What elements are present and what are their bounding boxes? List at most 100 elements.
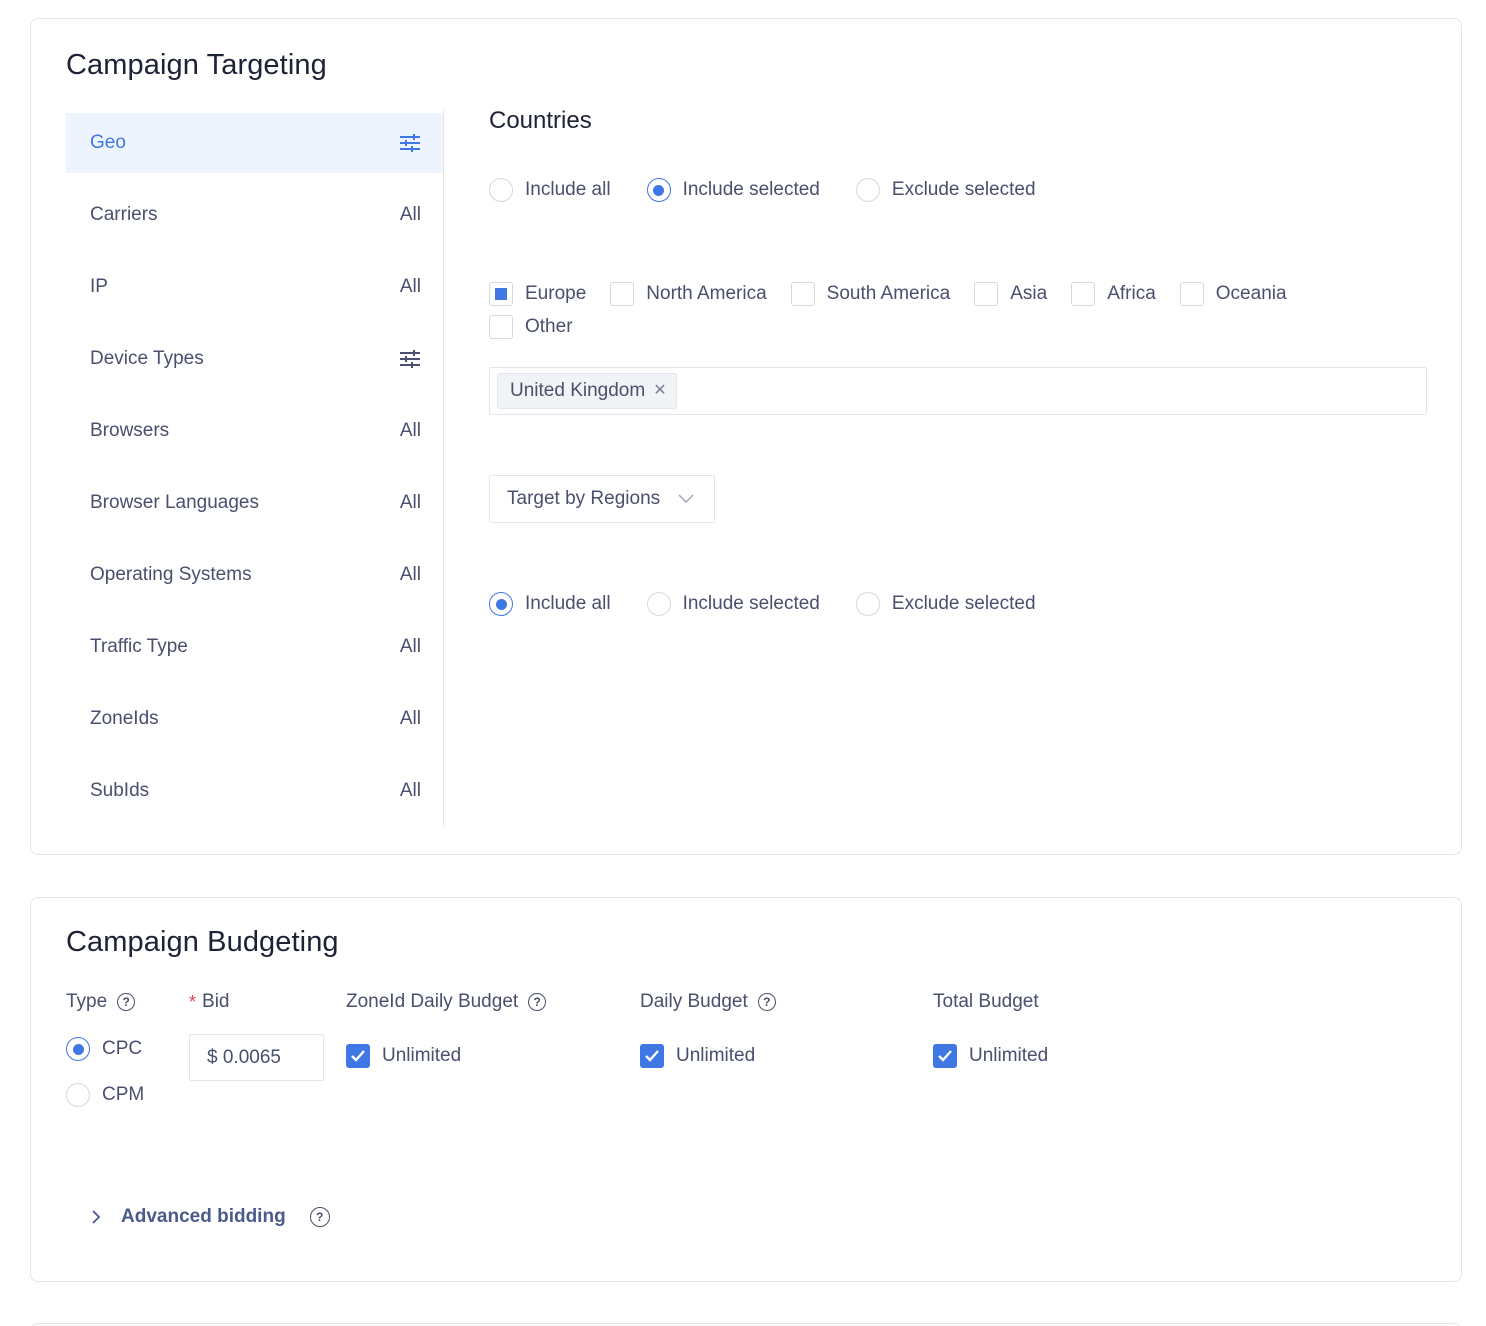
countries-mode-radio-group: Include all Include selected Exclude sel… <box>489 178 1072 202</box>
daily-budget-label-text: Daily Budget <box>640 991 748 1012</box>
radio-circle[interactable] <box>855 178 880 202</box>
sidebar-item-label: Traffic Type <box>90 636 188 657</box>
targeting-sidebar: Geo Carriers All IP All Device Types Bro… <box>66 109 444 827</box>
bid-input[interactable]: $ 0.0065 <box>189 1034 324 1081</box>
target-by-regions-select[interactable]: Target by Regions <box>489 475 715 523</box>
checkbox[interactable] <box>974 282 999 306</box>
checkbox[interactable] <box>346 1044 370 1068</box>
country-tag: United Kingdom ✕ <box>497 373 677 409</box>
type-cpc-radio[interactable]: CPC <box>66 1037 142 1061</box>
countries-include-selected-radio[interactable]: Include selected <box>646 178 820 202</box>
help-icon[interactable]: ? <box>117 993 136 1011</box>
sidebar-item-label: IP <box>90 276 108 297</box>
total-budget-label: Total Budget <box>933 991 1039 1013</box>
filter-icon <box>400 134 420 152</box>
radio-circle[interactable] <box>646 592 671 616</box>
sidebar-item-browser-languages[interactable]: Browser Languages All <box>66 473 443 533</box>
radio-label: CPC <box>102 1038 143 1059</box>
type-cpm-radio[interactable]: CPM <box>66 1083 144 1107</box>
sidebar-item-label: Geo <box>90 132 126 153</box>
radio-circle[interactable] <box>646 178 671 202</box>
checkbox-label: Oceania <box>1215 283 1287 304</box>
sidebar-item-label: ZoneIds <box>90 708 159 729</box>
sidebar-item-carriers[interactable]: Carriers All <box>66 185 443 245</box>
sidebar-item-label: SubIds <box>90 780 150 801</box>
total-budget-label-text: Total Budget <box>933 991 1039 1012</box>
checkmark-icon <box>351 1050 365 1062</box>
country-tag-label: United Kingdom <box>510 380 646 401</box>
checkbox-label: Africa <box>1107 283 1156 304</box>
sidebar-item-subids[interactable]: SubIds All <box>66 761 443 821</box>
daily-budget-label: Daily Budget ? <box>640 991 776 1013</box>
close-icon[interactable]: ✕ <box>653 383 666 399</box>
total-budget-unlimited-checkbox[interactable]: Unlimited <box>933 1044 1048 1068</box>
radio-circle[interactable] <box>66 1037 90 1061</box>
sidebar-item-value: All <box>399 780 421 801</box>
radio-circle[interactable] <box>489 178 513 202</box>
sidebar-item-zoneids[interactable]: ZoneIds All <box>66 689 443 749</box>
checkbox[interactable] <box>933 1044 957 1068</box>
sidebar-item-value: All <box>399 276 421 297</box>
daily-budget-unlimited-checkbox[interactable]: Unlimited <box>640 1044 755 1068</box>
country-multiselect[interactable]: United Kingdom ✕ <box>489 367 1427 415</box>
sidebar-item-ip[interactable]: IP All <box>66 257 443 317</box>
continent-checkbox-asia[interactable]: Asia <box>974 282 1047 306</box>
radio-label: CPM <box>102 1084 145 1105</box>
help-icon[interactable]: ? <box>309 1207 330 1227</box>
checkmark-icon <box>645 1050 659 1062</box>
checkbox[interactable] <box>640 1044 664 1068</box>
checkbox-label: Europe <box>525 283 587 304</box>
sidebar-item-label: Device Types <box>90 348 204 369</box>
regions-exclude-selected-radio[interactable]: Exclude selected <box>855 592 1036 616</box>
checkbox[interactable] <box>1179 282 1204 306</box>
sidebar-item-browsers[interactable]: Browsers All <box>66 401 443 461</box>
bid-label: * Bid <box>189 991 229 1013</box>
continent-checkbox-group-row-2: Other <box>489 315 597 339</box>
continent-checkbox-south-america[interactable]: South America <box>790 282 950 306</box>
checkbox-label: Unlimited <box>969 1045 1049 1066</box>
checkbox-label: Other <box>525 316 573 337</box>
countries-title: Countries <box>489 107 592 134</box>
continent-checkbox-europe[interactable]: Europe <box>489 282 586 306</box>
countries-include-all-radio[interactable]: Include all <box>489 178 611 202</box>
regions-include-all-radio[interactable]: Include all <box>489 592 611 616</box>
countries-exclude-selected-radio[interactable]: Exclude selected <box>855 178 1036 202</box>
radio-circle[interactable] <box>66 1083 90 1107</box>
regions-include-selected-radio[interactable]: Include selected <box>646 592 820 616</box>
radio-circle[interactable] <box>489 592 513 616</box>
continent-checkbox-oceania[interactable]: Oceania <box>1179 282 1287 306</box>
checkbox[interactable] <box>790 282 815 306</box>
zoneid-daily-budget-label-text: ZoneId Daily Budget <box>346 991 519 1012</box>
continent-checkbox-north-america[interactable]: North America <box>610 282 767 306</box>
sidebar-item-operating-systems[interactable]: Operating Systems All <box>66 545 443 605</box>
continent-checkbox-other[interactable]: Other <box>489 315 573 339</box>
radio-label: Include all <box>525 179 611 200</box>
checkbox-label: North America <box>646 283 767 304</box>
sidebar-item-traffic-type[interactable]: Traffic Type All <box>66 617 443 677</box>
sidebar-item-device-types[interactable]: Device Types <box>66 329 443 389</box>
sidebar-item-geo[interactable]: Geo <box>66 113 443 173</box>
checkbox[interactable] <box>1071 282 1096 306</box>
checkbox[interactable] <box>610 282 635 306</box>
radio-label: Exclude selected <box>891 179 1036 200</box>
budgeting-title: Campaign Budgeting <box>66 926 339 958</box>
sidebar-item-value: All <box>399 420 421 441</box>
radio-label: Include selected <box>682 593 820 614</box>
checkbox-label: Unlimited <box>676 1045 756 1066</box>
continent-checkbox-africa[interactable]: Africa <box>1071 282 1156 306</box>
help-icon[interactable]: ? <box>528 993 547 1011</box>
checkbox[interactable] <box>489 315 513 339</box>
help-icon[interactable]: ? <box>757 993 776 1011</box>
advanced-bidding-toggle[interactable]: Advanced bidding ? <box>91 1206 330 1228</box>
checkbox-label: Asia <box>1010 283 1048 304</box>
bid-label-text: Bid <box>202 991 230 1012</box>
sidebar-item-value: All <box>399 204 421 225</box>
zoneid-daily-budget-unlimited-checkbox[interactable]: Unlimited <box>346 1044 461 1068</box>
filter-icon <box>400 350 420 368</box>
radio-circle[interactable] <box>855 592 880 616</box>
sidebar-item-value: All <box>399 708 421 729</box>
targeting-card: Campaign Targeting Geo Carriers All IP A… <box>30 18 1462 855</box>
checkbox[interactable] <box>489 282 513 306</box>
radio-label: Include all <box>525 593 611 614</box>
radio-label: Include selected <box>682 179 820 200</box>
